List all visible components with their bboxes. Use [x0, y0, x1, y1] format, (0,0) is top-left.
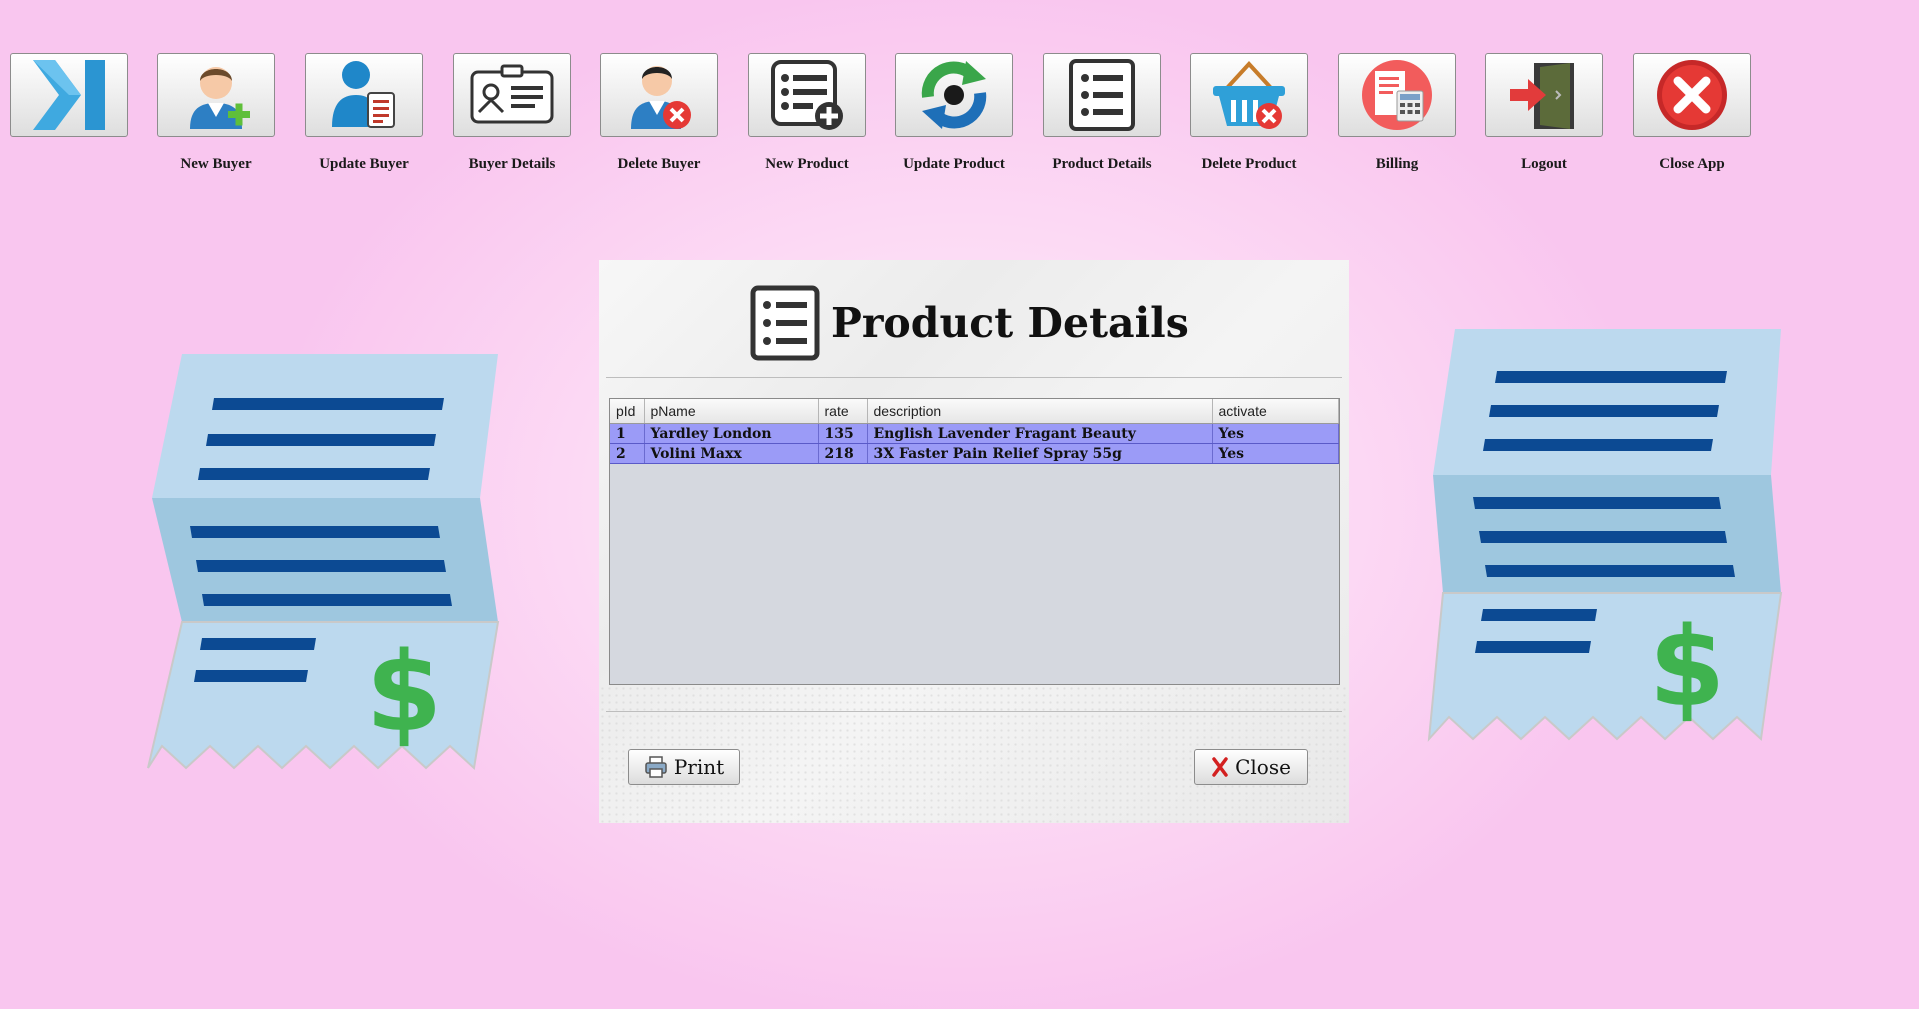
- refresh-icon: [921, 61, 987, 129]
- toolbar-item-expand[interactable]: [8, 53, 130, 156]
- close-app-button[interactable]: [1633, 53, 1751, 137]
- cell-description: English Lavender Fragant Beauty: [867, 423, 1213, 444]
- list-icon: [1069, 59, 1135, 131]
- close-label: Close: [1235, 755, 1291, 779]
- column-header-pname[interactable]: pName: [644, 399, 819, 424]
- toolbar-item-delete-product[interactable]: Delete Product: [1188, 53, 1310, 173]
- toolbar-item-billing[interactable]: Billing: [1336, 53, 1458, 173]
- toolbar-item-new-product[interactable]: New Product: [746, 53, 868, 173]
- update-user-icon: [332, 61, 395, 128]
- toolbar-item-delete-buyer[interactable]: Delete Buyer: [598, 53, 720, 173]
- toolbar-item-product-details[interactable]: Product Details: [1041, 53, 1163, 173]
- column-header-activate[interactable]: activate: [1212, 399, 1339, 424]
- toolbar: New Buyer Update Buyer Buyer Details Del…: [0, 53, 1919, 183]
- cell-activate: Yes: [1212, 423, 1339, 444]
- svg-text:$: $: [366, 628, 443, 756]
- table-row[interactable]: 2 Volini Maxx 218 3X Faster Pain Relief …: [610, 443, 1339, 464]
- expand-button[interactable]: [10, 53, 128, 137]
- toolbar-item-update-buyer[interactable]: Update Buyer: [303, 53, 425, 173]
- print-button[interactable]: Print: [628, 749, 740, 785]
- divider: [606, 377, 1342, 378]
- receipt-illustration-left: $: [147, 354, 500, 770]
- cell-pid: 1: [610, 423, 645, 444]
- dialog-title: Product Details: [831, 299, 1189, 347]
- toolbar-label: Delete Buyer: [617, 156, 701, 172]
- column-header-pid[interactable]: pId: [610, 399, 645, 424]
- delete-basket-icon: [1213, 61, 1285, 129]
- close-x-icon: [1212, 757, 1228, 777]
- new-buyer-button[interactable]: [157, 53, 275, 137]
- toolbar-label: Billing: [1375, 156, 1419, 172]
- table-header-row: pId pName rate description activate: [610, 399, 1339, 424]
- delete-user-icon: [631, 66, 691, 129]
- toolbar-item-new-buyer[interactable]: New Buyer: [155, 53, 277, 173]
- divider: [606, 711, 1342, 712]
- cell-pname: Yardley London: [644, 423, 819, 444]
- id-card-icon: [470, 64, 554, 124]
- cell-pid: 2: [610, 443, 645, 464]
- logout-button[interactable]: [1485, 53, 1603, 137]
- product-details-button[interactable]: [1043, 53, 1161, 137]
- close-button[interactable]: Close: [1194, 749, 1308, 785]
- toolbar-label: Buyer Details: [468, 156, 556, 172]
- dialog-header: Product Details: [749, 283, 1189, 363]
- toolbar-label: Logout: [1521, 156, 1567, 172]
- update-buyer-button[interactable]: [305, 53, 423, 137]
- column-header-rate[interactable]: rate: [818, 399, 868, 424]
- cell-rate: 135: [818, 423, 868, 444]
- cell-rate: 218: [818, 443, 868, 464]
- table-row[interactable]: 1 Yardley London 135 English Lavender Fr…: [610, 423, 1339, 444]
- cell-pname: Volini Maxx: [644, 443, 819, 464]
- close-circle-icon: [1657, 60, 1727, 130]
- toolbar-label: Close App: [1659, 156, 1725, 172]
- svg-text:$: $: [1649, 603, 1726, 731]
- add-list-icon: [771, 60, 843, 130]
- delete-buyer-button[interactable]: [600, 53, 718, 137]
- buyer-details-button[interactable]: [453, 53, 571, 137]
- toolbar-label: Update Buyer: [319, 156, 409, 172]
- printer-icon: [645, 756, 667, 778]
- product-table[interactable]: pId pName rate description activate 1 Ya…: [609, 398, 1340, 685]
- new-product-button[interactable]: [748, 53, 866, 137]
- billing-button[interactable]: [1338, 53, 1456, 137]
- toolbar-item-buyer-details[interactable]: Buyer Details: [451, 53, 573, 173]
- toolbar-item-logout[interactable]: Logout: [1483, 53, 1605, 173]
- toolbar-label: New Buyer: [180, 156, 252, 172]
- toolbar-item-close-app[interactable]: Close App: [1631, 53, 1753, 173]
- list-icon: [750, 285, 820, 361]
- toolbar-item-update-product[interactable]: Update Product: [893, 53, 1015, 173]
- product-details-dialog: Product Details pId pName rate descripti…: [599, 260, 1349, 823]
- column-header-description[interactable]: description: [867, 399, 1213, 424]
- update-product-button[interactable]: [895, 53, 1013, 137]
- delete-product-button[interactable]: [1190, 53, 1308, 137]
- toolbar-label: Product Details: [1052, 156, 1152, 172]
- next-arrow-icon: [33, 60, 105, 130]
- cell-activate: Yes: [1212, 443, 1339, 464]
- toolbar-label: Delete Product: [1201, 156, 1297, 172]
- exit-door-icon: [1510, 63, 1574, 129]
- print-label: Print: [673, 755, 725, 779]
- toolbar-label: Update Product: [903, 156, 1005, 172]
- cell-description: 3X Faster Pain Relief Spray 55g: [867, 443, 1213, 464]
- add-user-icon: [190, 67, 250, 129]
- toolbar-label: New Product: [765, 156, 849, 172]
- bill-calculator-icon: [1362, 60, 1432, 130]
- receipt-illustration-right: $: [1427, 329, 1783, 742]
